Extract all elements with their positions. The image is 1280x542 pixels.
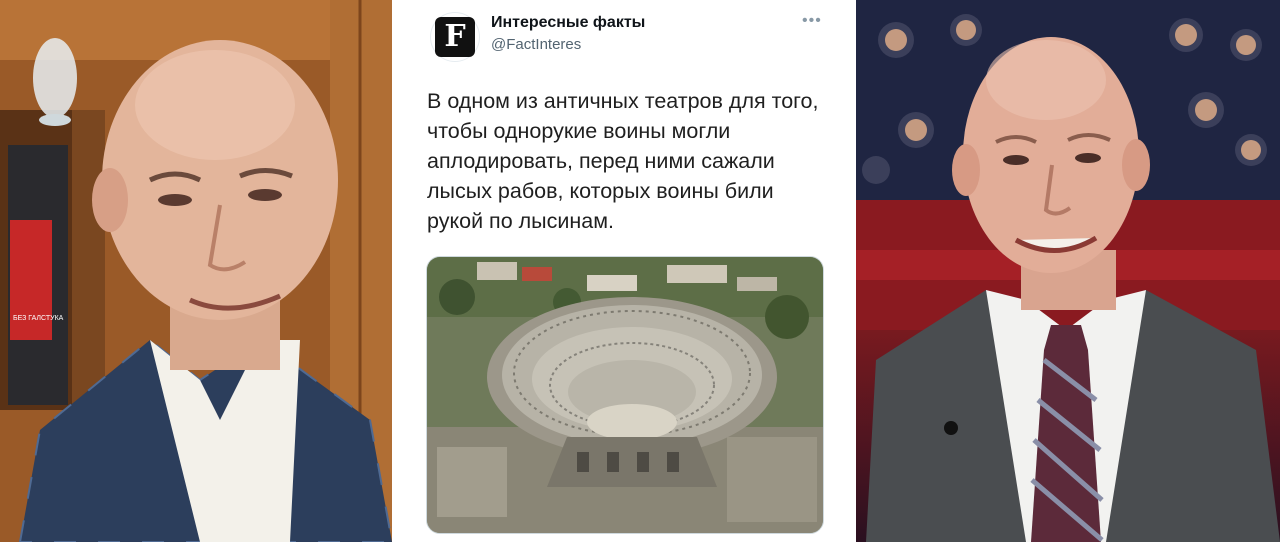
- tweet-author-avatar[interactable]: F: [430, 12, 480, 62]
- tweet-media-image[interactable]: [426, 256, 824, 534]
- amphitheatre-photo: [427, 257, 823, 533]
- tweet-author-name[interactable]: Интересные факты: [491, 14, 645, 32]
- right-photo-image: [856, 0, 1280, 542]
- book-cover-text: БЕЗ ГАЛСТУКА: [13, 315, 64, 322]
- tweet-text: В одном из античных театров для того, чт…: [427, 89, 819, 233]
- more-dots-icon[interactable]: •••: [802, 12, 822, 30]
- left-photo-image: БЕЗ ГАЛСТУКА: [0, 0, 392, 542]
- avatar-logo-icon: F: [435, 17, 475, 57]
- right-photo: [856, 0, 1280, 542]
- left-photo: БЕЗ ГАЛСТУКА: [0, 0, 392, 542]
- tweet-author-handle[interactable]: @FactInteres: [491, 36, 581, 53]
- avatar-logo-letter: F: [444, 19, 466, 54]
- tweet-card: F Интересные факты @FactInteres ••• В од…: [392, 0, 856, 542]
